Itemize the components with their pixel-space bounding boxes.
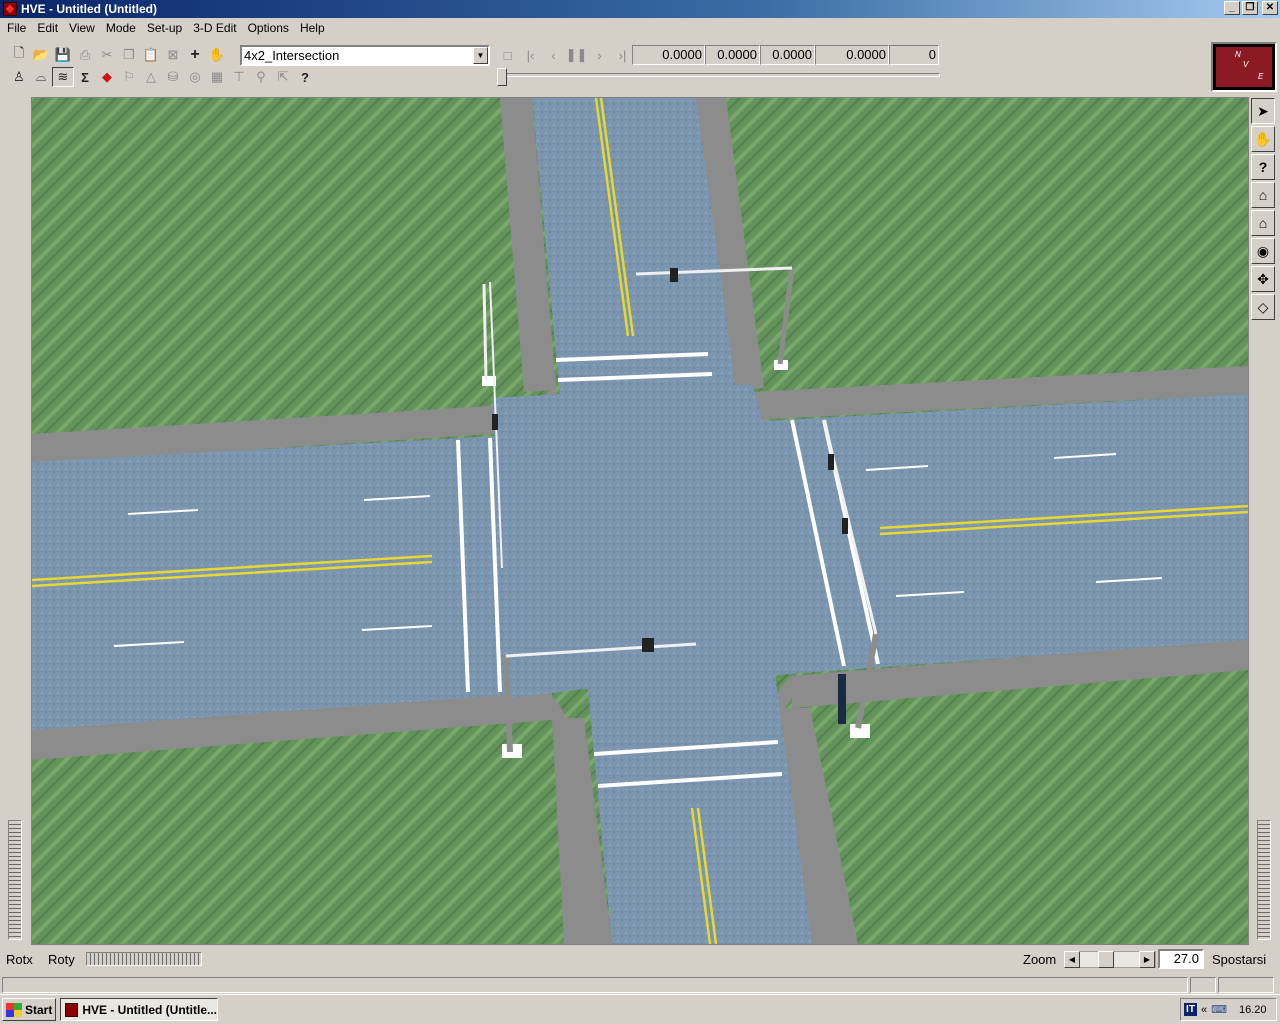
left-vertical-slider[interactable]	[8, 820, 22, 940]
readout-y: 0.0000	[760, 45, 815, 65]
network-icon[interactable]: ⌨	[1211, 1003, 1227, 1016]
move-label[interactable]: Spostarsi	[1212, 952, 1266, 967]
3d-viewport[interactable]	[31, 97, 1249, 945]
copy-icon[interactable]: ❐	[118, 45, 140, 65]
compass-e: E	[1258, 72, 1264, 81]
app-icon	[3, 2, 17, 16]
delete-icon[interactable]: ⊠	[162, 45, 184, 65]
print-icon[interactable]: ⎙	[74, 45, 96, 65]
right-tool-palette: ➤ ✋ ? ⌂ ⌂ ◉ ✥ ◇	[1251, 98, 1277, 320]
start-button[interactable]: Start	[2, 998, 56, 1021]
rotx-label[interactable]: Rotx	[6, 952, 33, 967]
paste-icon[interactable]: 📋	[140, 45, 162, 65]
language-indicator[interactable]: IT	[1184, 1003, 1197, 1016]
minimize-button[interactable]: _	[1224, 1, 1240, 15]
restore-button[interactable]: ❐	[1242, 1, 1258, 15]
cut-icon[interactable]: ✂	[96, 45, 118, 65]
status-cell-a	[1190, 977, 1216, 993]
eye-icon[interactable]: ◉	[1251, 238, 1275, 264]
intersection-scene	[32, 98, 1248, 944]
compass-n: N	[1235, 50, 1241, 59]
timeline-track[interactable]	[502, 73, 940, 77]
menu-file[interactable]: File	[2, 18, 32, 38]
zoom-label: Zoom	[1023, 952, 1057, 967]
status-cell-b	[1218, 977, 1274, 993]
windows-logo-icon	[6, 1002, 22, 1017]
readout-frame: 0	[889, 45, 939, 65]
readout-x: 0.0000	[705, 45, 760, 65]
flag-icon[interactable]: ⚐	[118, 67, 140, 87]
home-icon[interactable]: ⌂	[1251, 182, 1275, 208]
step-back-icon[interactable]: ‹	[542, 45, 565, 65]
status-cell-main	[2, 977, 1188, 993]
new-file-icon[interactable]: 🗋	[8, 45, 30, 65]
taskbar-item-hve[interactable]: HVE - Untitled (Untitle...	[60, 998, 218, 1021]
environment-icon[interactable]: ≋	[52, 67, 74, 87]
menu-options[interactable]: Options	[243, 18, 295, 38]
zoom-slider-thumb[interactable]	[1098, 951, 1114, 968]
save-icon[interactable]: 💾	[52, 45, 74, 65]
home-edit-icon[interactable]: ⌂	[1251, 210, 1275, 236]
compass-v: V	[1243, 60, 1249, 69]
right-vertical-slider[interactable]	[1257, 820, 1271, 940]
sum-icon[interactable]: Σ	[74, 67, 96, 87]
compass-indicator: N V E	[1211, 42, 1277, 92]
environment-select-value: 4x2_Intersection	[244, 48, 340, 63]
event-icon[interactable]: ♙	[8, 67, 30, 87]
menu-bar: File Edit View Mode Set-up 3-D Edit Opti…	[0, 18, 1280, 38]
triangle-icon[interactable]: △	[140, 67, 162, 87]
system-tray: IT « ⌨ 16.20	[1180, 998, 1277, 1021]
select-arrow-icon[interactable]: ➤	[1251, 98, 1275, 124]
target-icon[interactable]: ◎	[184, 67, 206, 87]
add-icon[interactable]: +	[184, 45, 206, 65]
open-folder-icon[interactable]: 📂	[30, 45, 52, 65]
tee-icon[interactable]: ⊤	[228, 67, 250, 87]
menu-view[interactable]: View	[64, 18, 101, 38]
help-icon[interactable]: ?	[294, 67, 316, 87]
forward-end-icon[interactable]: ›|	[611, 45, 634, 65]
readout-z: 0.0000	[815, 45, 889, 65]
readouts: 0.0000 0.0000 0.0000 0.0000 0	[632, 45, 939, 65]
grid-icon[interactable]: ▦	[206, 67, 228, 87]
database-icon[interactable]: ⛁	[162, 67, 184, 87]
pan-hand-icon[interactable]: ✋	[1251, 126, 1275, 152]
start-label: Start	[25, 1002, 53, 1017]
stop-icon[interactable]: □	[496, 45, 519, 65]
environment-select[interactable]: 4x2_Intersection ▼	[240, 45, 490, 66]
step-forward-icon[interactable]: ›	[588, 45, 611, 65]
clock: 16.20	[1239, 1003, 1267, 1016]
timeline-thumb[interactable]	[497, 68, 507, 86]
window-title: HVE - Untitled (Untitled)	[21, 2, 157, 16]
vehicle-icon[interactable]: ⌓	[30, 67, 52, 87]
roty-slider[interactable]	[86, 952, 202, 966]
move-icon[interactable]: ✥	[1251, 266, 1275, 292]
menu-edit[interactable]: Edit	[32, 18, 64, 38]
arrow-icon[interactable]: ◆	[96, 67, 118, 87]
perspective-icon[interactable]: ◇	[1251, 294, 1275, 320]
menu-setup[interactable]: Set-up	[142, 18, 188, 38]
close-button[interactable]: ✕	[1262, 1, 1278, 15]
chevron-down-icon[interactable]: ▼	[473, 47, 488, 64]
pin-icon[interactable]: ⚲	[250, 67, 272, 87]
zoom-value-field[interactable]: 27.0	[1158, 949, 1204, 969]
playback-controls: □ |‹ ‹ ❚❚ › ›|	[496, 45, 634, 65]
app-icon	[65, 1002, 79, 1017]
menu-mode[interactable]: Mode	[101, 18, 142, 38]
readout-time: 0.0000	[632, 45, 705, 65]
hand-icon[interactable]: ✋	[206, 45, 228, 65]
cursor-icon[interactable]: ⇱	[272, 67, 294, 87]
menu-help[interactable]: Help	[295, 18, 331, 38]
menu-3d-edit[interactable]: 3-D Edit	[188, 18, 242, 38]
pause-icon[interactable]: ❚❚	[565, 45, 588, 65]
rewind-start-icon[interactable]: |‹	[519, 45, 542, 65]
title-bar: HVE - Untitled (Untitled) _ ❐ ✕	[0, 0, 1280, 18]
roty-label[interactable]: Roty	[48, 952, 75, 967]
zoom-right-arrow-icon[interactable]: ▶	[1139, 951, 1155, 968]
taskbar-item-label: HVE - Untitled (Untitle...	[82, 1002, 217, 1017]
query-help-icon[interactable]: ?	[1251, 154, 1275, 180]
zoom-left-arrow-icon[interactable]: ◀	[1064, 951, 1080, 968]
tray-expand-icon[interactable]: «	[1201, 1004, 1207, 1016]
